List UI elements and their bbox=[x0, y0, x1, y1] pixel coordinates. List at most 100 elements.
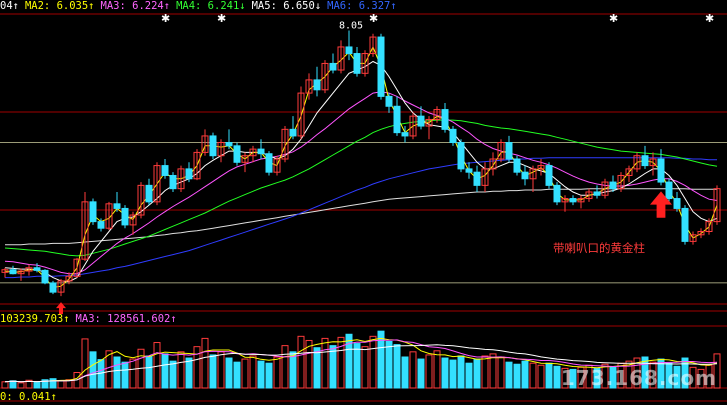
candle-19 bbox=[153, 162, 161, 206]
candle-body bbox=[441, 109, 449, 130]
volume-bar-47 bbox=[377, 330, 385, 389]
candle-body bbox=[545, 165, 553, 186]
volume-bar-30 bbox=[241, 358, 249, 389]
volume-bar-23 bbox=[185, 357, 193, 389]
candle-69 bbox=[553, 182, 561, 206]
volume-bar-11 bbox=[89, 351, 97, 389]
volume-bar-66 bbox=[529, 362, 537, 389]
candle-49 bbox=[393, 96, 401, 136]
candle-33 bbox=[265, 151, 273, 176]
candle-63 bbox=[505, 135, 513, 163]
candle-body bbox=[673, 198, 681, 209]
candle-68 bbox=[545, 162, 553, 189]
candle-body bbox=[569, 198, 577, 203]
candle-6 bbox=[49, 280, 57, 295]
volume-bar-67 bbox=[537, 364, 545, 389]
candle-20 bbox=[161, 159, 169, 179]
volume-bar-26 bbox=[209, 354, 217, 389]
candle-0 bbox=[1, 267, 9, 278]
volume-bar-57 bbox=[457, 355, 465, 389]
candle-body bbox=[385, 95, 393, 107]
signal-star-icon-4: ✱ bbox=[705, 12, 714, 25]
candle-body bbox=[225, 142, 233, 147]
volume-bar-36 bbox=[289, 351, 297, 389]
price-ma-legend: 04↑ MA2: 6.035↑ MA3: 6.224↑ MA4: 6.241↓ MA5:… bbox=[0, 0, 403, 13]
volume-bar-7 bbox=[57, 380, 65, 389]
candle-body bbox=[401, 132, 409, 137]
volume-bar-55 bbox=[441, 357, 449, 389]
candle-body bbox=[121, 207, 129, 226]
candle-71 bbox=[569, 195, 577, 206]
candle-18 bbox=[145, 178, 153, 206]
volume-bar-58 bbox=[465, 362, 473, 389]
volume-bar-48 bbox=[385, 341, 393, 389]
volume-bar-52 bbox=[417, 358, 425, 389]
candle-47 bbox=[377, 33, 385, 100]
volume-bar-28 bbox=[225, 357, 233, 389]
candle-34 bbox=[273, 155, 281, 176]
candle-64 bbox=[513, 155, 521, 176]
volume-bar-18 bbox=[145, 355, 153, 389]
volume-bar-56 bbox=[449, 359, 457, 389]
candle-body bbox=[353, 53, 361, 74]
volume-bar-68 bbox=[545, 362, 553, 389]
volume-bar-61 bbox=[489, 353, 497, 389]
price-panel bbox=[0, 30, 727, 297]
candle-body bbox=[257, 148, 265, 155]
indicator-legend: 0: 0.041↑ bbox=[0, 391, 63, 404]
volume-bar-69 bbox=[553, 365, 561, 389]
candle-39 bbox=[313, 66, 321, 97]
candle-body bbox=[665, 181, 673, 200]
volume-bar-51 bbox=[409, 351, 417, 389]
volume-bar-25 bbox=[201, 337, 209, 389]
candle-body bbox=[417, 115, 425, 127]
chart-annotation: 带喇叭口的黄金柱 bbox=[553, 241, 645, 255]
annotations-layer: 8.05 ✱ ✱ ✱ ✱ ✱ bbox=[56, 12, 714, 315]
stock-chart: 8.05 ✱ ✱ ✱ ✱ ✱ bbox=[0, 12, 727, 402]
candle-body bbox=[465, 168, 473, 173]
volume-bar-22 bbox=[177, 351, 185, 389]
candle-79 bbox=[633, 152, 641, 173]
candle-2 bbox=[17, 268, 25, 281]
candle-body bbox=[313, 79, 321, 91]
candle-body bbox=[505, 142, 513, 160]
candle-5 bbox=[41, 269, 49, 285]
candle-46 bbox=[369, 33, 377, 57]
candle-1 bbox=[9, 265, 17, 275]
candle-56 bbox=[449, 126, 457, 146]
volume-bar-27 bbox=[217, 351, 225, 389]
volume-bar-50 bbox=[401, 356, 409, 389]
candle-body bbox=[377, 36, 385, 97]
candle-body bbox=[89, 201, 97, 223]
candle-78 bbox=[625, 165, 633, 183]
candle-body bbox=[41, 269, 49, 284]
candle-body bbox=[449, 128, 457, 144]
candle-30 bbox=[241, 152, 249, 173]
volume-bar-6 bbox=[49, 378, 57, 389]
volume-bar-65 bbox=[521, 360, 529, 389]
candle-55 bbox=[441, 102, 449, 133]
candle-85 bbox=[681, 205, 689, 245]
volume-bar-0 bbox=[1, 381, 9, 389]
candle-16 bbox=[129, 211, 137, 235]
candle-body bbox=[609, 181, 617, 190]
candle-body bbox=[681, 207, 689, 242]
candle-15 bbox=[121, 205, 129, 229]
candle-36 bbox=[289, 116, 297, 140]
volume-bar-33 bbox=[265, 362, 273, 389]
candle-86 bbox=[689, 231, 697, 245]
site-watermark: 173.168.com bbox=[560, 366, 717, 390]
volume-bar-2 bbox=[17, 382, 25, 389]
candle-29 bbox=[233, 142, 241, 166]
candle-74 bbox=[593, 185, 601, 199]
price-legend-item-5: MA6: 6.327↑ bbox=[327, 0, 397, 12]
volume-bar-44 bbox=[353, 343, 361, 389]
candle-58 bbox=[465, 162, 473, 179]
candle-26 bbox=[209, 132, 217, 159]
candle-body bbox=[209, 135, 217, 157]
candle-28 bbox=[225, 129, 233, 150]
volume-bar-45 bbox=[361, 346, 369, 389]
volume-bar-34 bbox=[273, 356, 281, 389]
candle-body bbox=[593, 191, 601, 196]
volume-bar-60 bbox=[481, 355, 489, 389]
